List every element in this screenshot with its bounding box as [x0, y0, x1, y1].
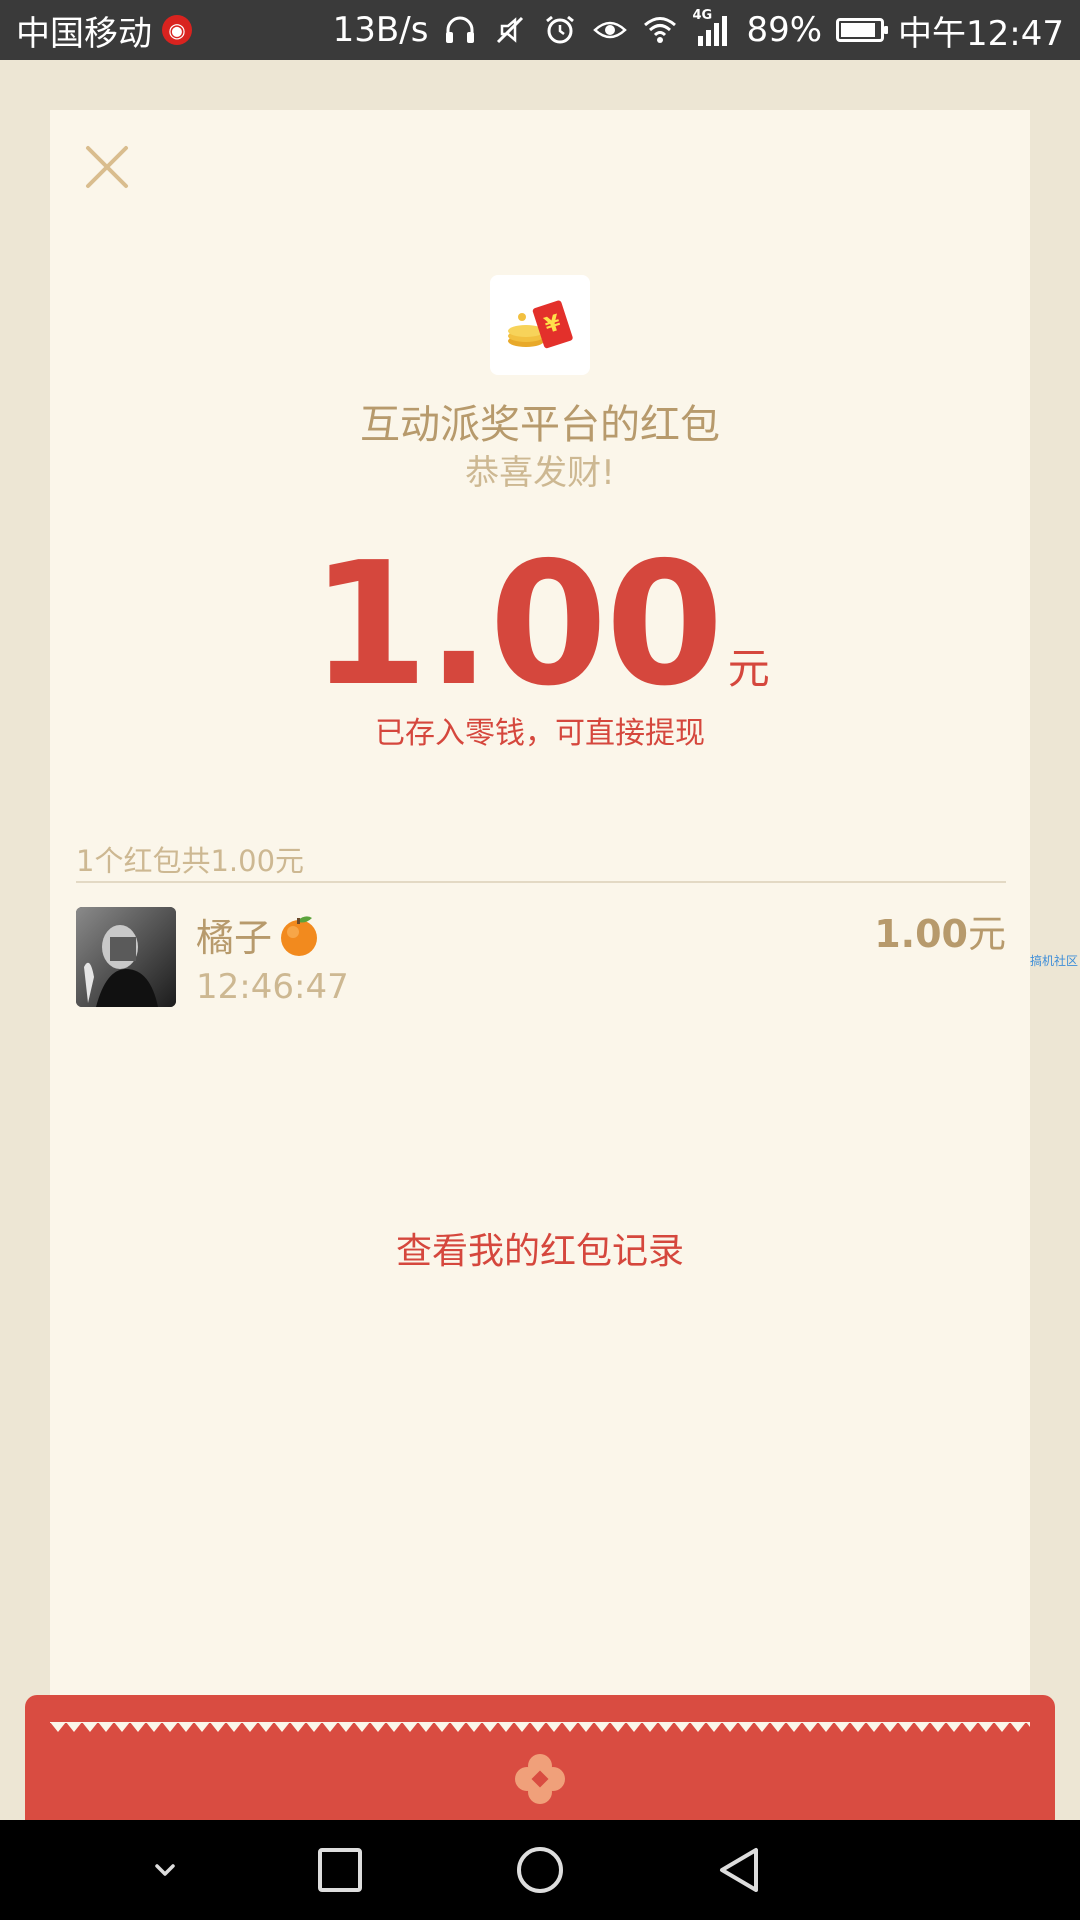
carrier-label: 中国移动 [16, 13, 152, 54]
signal-indicator: 4G [692, 8, 732, 48]
avatar[interactable] [76, 907, 176, 1007]
deposit-note: 已存入零钱，可直接提现 [375, 716, 705, 751]
netease-music-icon: ◉ [162, 15, 192, 45]
envelope-summary: 1个红包共1.00元 [76, 844, 305, 878]
cell-signal-icon [698, 16, 728, 46]
sender-logo: ¥ [490, 275, 590, 375]
sender-title: 互动派奖平台的红包 [360, 402, 720, 448]
recipient-name-text: 橘子 [196, 916, 273, 960]
envelope-emblem-icon [515, 1754, 565, 1804]
navigation-bar [0, 1820, 1080, 1920]
status-bar: 中国移动 ◉ 13B/s 4G 89% 中午12:47 [0, 0, 1080, 60]
list-item[interactable]: 橘子 12:46:47 1.00元 [76, 907, 1006, 1009]
net-speed: 13B/s [332, 10, 429, 50]
eye-comfort-icon [593, 21, 628, 39]
alarm-icon [546, 15, 575, 44]
amount-unit: 元 [727, 644, 770, 693]
headphones-icon [446, 16, 475, 43]
red-envelope-logo-icon: ¥ [508, 300, 573, 349]
recents-icon[interactable] [310, 1840, 370, 1900]
wifi-icon [644, 17, 677, 43]
collapse-icon[interactable] [135, 1840, 195, 1900]
battery-level [841, 23, 876, 37]
battery-percent: 89% [746, 10, 823, 50]
zigzag-edge [50, 1722, 1030, 1732]
back-icon[interactable] [710, 1840, 770, 1900]
clock: 中午12:47 [898, 13, 1064, 54]
avatar-image [76, 907, 176, 1007]
close-icon[interactable] [84, 144, 130, 190]
battery-icon [836, 18, 889, 42]
greeting-message: 恭喜发财! [465, 453, 615, 493]
received-time: 12:46:47 [196, 967, 349, 1007]
record-amount-value: 1.00 [874, 912, 968, 956]
record-amount-unit: 元 [967, 912, 1006, 956]
amount-value: 1.00 [310, 526, 723, 724]
home-icon[interactable] [510, 1840, 570, 1900]
received-amount: 1.00 元 [50, 540, 1030, 710]
mute-icon [497, 16, 524, 44]
divider [76, 881, 1006, 883]
watermark: 搞机社区 [1030, 954, 1079, 968]
orange-emoji-icon [281, 915, 318, 956]
recipient-name: 橘子 [196, 907, 322, 962]
record-amount: 1.00元 [874, 903, 1006, 958]
red-envelope-card: ¥ 互动派奖平台的红包 恭喜发财! 1.00 元 已存入零钱，可直接提现 1个红包… [50, 110, 1030, 1750]
view-history-link[interactable]: 查看我的红包记录 [50, 1222, 1030, 1274]
